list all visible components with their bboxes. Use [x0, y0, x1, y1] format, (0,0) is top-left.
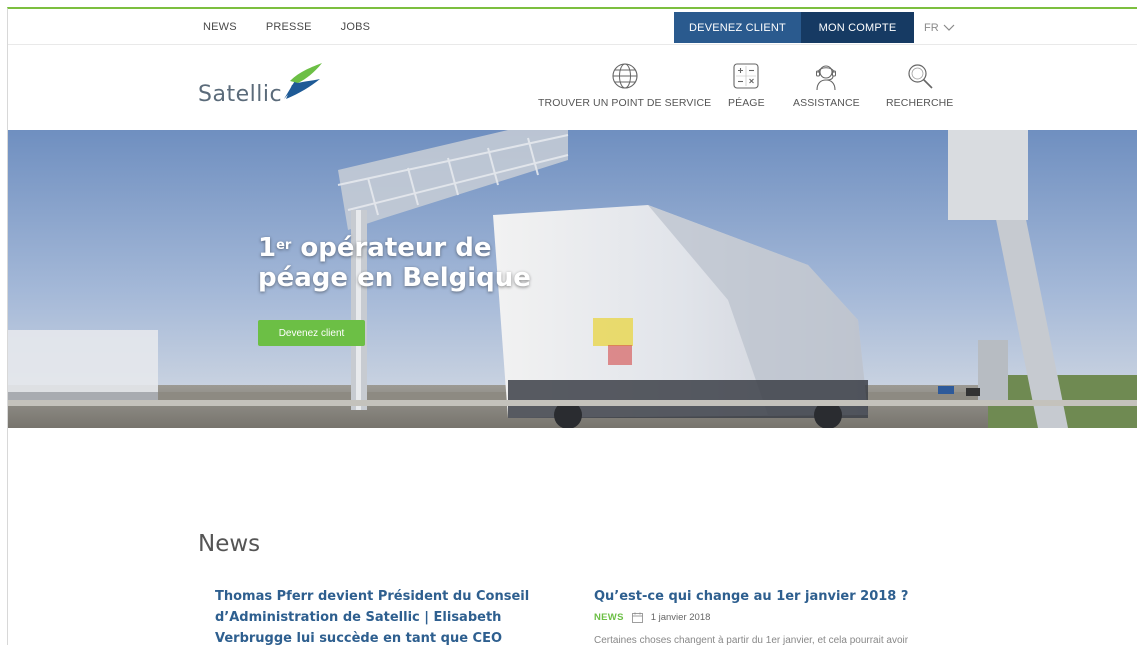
hero-title: 1er opérateur de péage en Belgique [258, 233, 531, 293]
nav-assistance[interactable]: ASSISTANCE [793, 61, 860, 109]
news-date: 1 janvier 2018 [650, 612, 711, 623]
news-item[interactable]: Qu’est-ce qui change au 1er janvier 2018… [594, 586, 954, 645]
main-header: Satellic TROUVER UN POINT DE SERVICE PÉA… [8, 45, 1137, 130]
hero-background-image [8, 130, 1137, 428]
news-tag: NEWS [594, 612, 624, 623]
become-client-button[interactable]: DEVENEZ CLIENT [674, 12, 801, 43]
language-label: FR [924, 21, 939, 34]
news-meta: NEWS 1 janvier 2018 [594, 612, 954, 623]
search-icon [908, 64, 933, 89]
chevron-down-icon [943, 24, 955, 31]
hero-banner: 1er opérateur de péage en Belgique Deven… [8, 130, 1137, 428]
news-item[interactable]: Thomas Pferr devient Président du Consei… [215, 586, 555, 645]
news-heading: News [198, 531, 261, 557]
hero-become-client-button[interactable]: Devenez client [258, 320, 365, 346]
nav-label-recherche: RECHERCHE [886, 97, 954, 109]
page: NEWS PRESSE JOBS DEVENEZ CLIENT MON COMP… [7, 7, 1137, 645]
hero-title-number: 1 [258, 233, 277, 263]
nav-label-assistance: ASSISTANCE [793, 97, 860, 109]
nav-label-service-points: TROUVER UN POINT DE SERVICE [538, 97, 712, 109]
hero-title-line1: opérateur de [291, 233, 492, 263]
language-selector[interactable]: FR [924, 12, 955, 43]
nav-label-peage: PÉAGE [728, 97, 765, 109]
news-title[interactable]: Qu’est-ce qui change au 1er janvier 2018… [594, 586, 954, 607]
top-link-presse[interactable]: PRESSE [266, 21, 312, 33]
news-title[interactable]: Thomas Pferr devient Président du Consei… [215, 586, 555, 645]
globe-icon [612, 63, 638, 89]
logo-swoosh-icon [284, 63, 323, 99]
nav-recherche[interactable]: RECHERCHE [886, 61, 953, 109]
nav-service-points[interactable]: TROUVER UN POINT DE SERVICE [538, 61, 711, 109]
news-excerpt: Certaines choses changent à partir du 1e… [594, 635, 909, 645]
top-bar: NEWS PRESSE JOBS DEVENEZ CLIENT MON COMP… [8, 9, 1137, 45]
hero-title-line2: péage en Belgique [258, 263, 531, 293]
my-account-button[interactable]: MON COMPTE [801, 12, 914, 43]
calculator-icon [733, 63, 759, 89]
satellic-logo[interactable]: Satellic [198, 59, 324, 107]
top-link-jobs[interactable]: JOBS [341, 21, 371, 33]
hero-title-sup: er [276, 238, 292, 253]
top-links: NEWS PRESSE JOBS [203, 9, 399, 45]
nav-peage[interactable]: PÉAGE [728, 61, 765, 109]
logo-text: Satellic [198, 82, 283, 107]
calendar-icon [631, 612, 643, 623]
headset-icon [816, 65, 837, 91]
top-link-news[interactable]: NEWS [203, 21, 237, 33]
